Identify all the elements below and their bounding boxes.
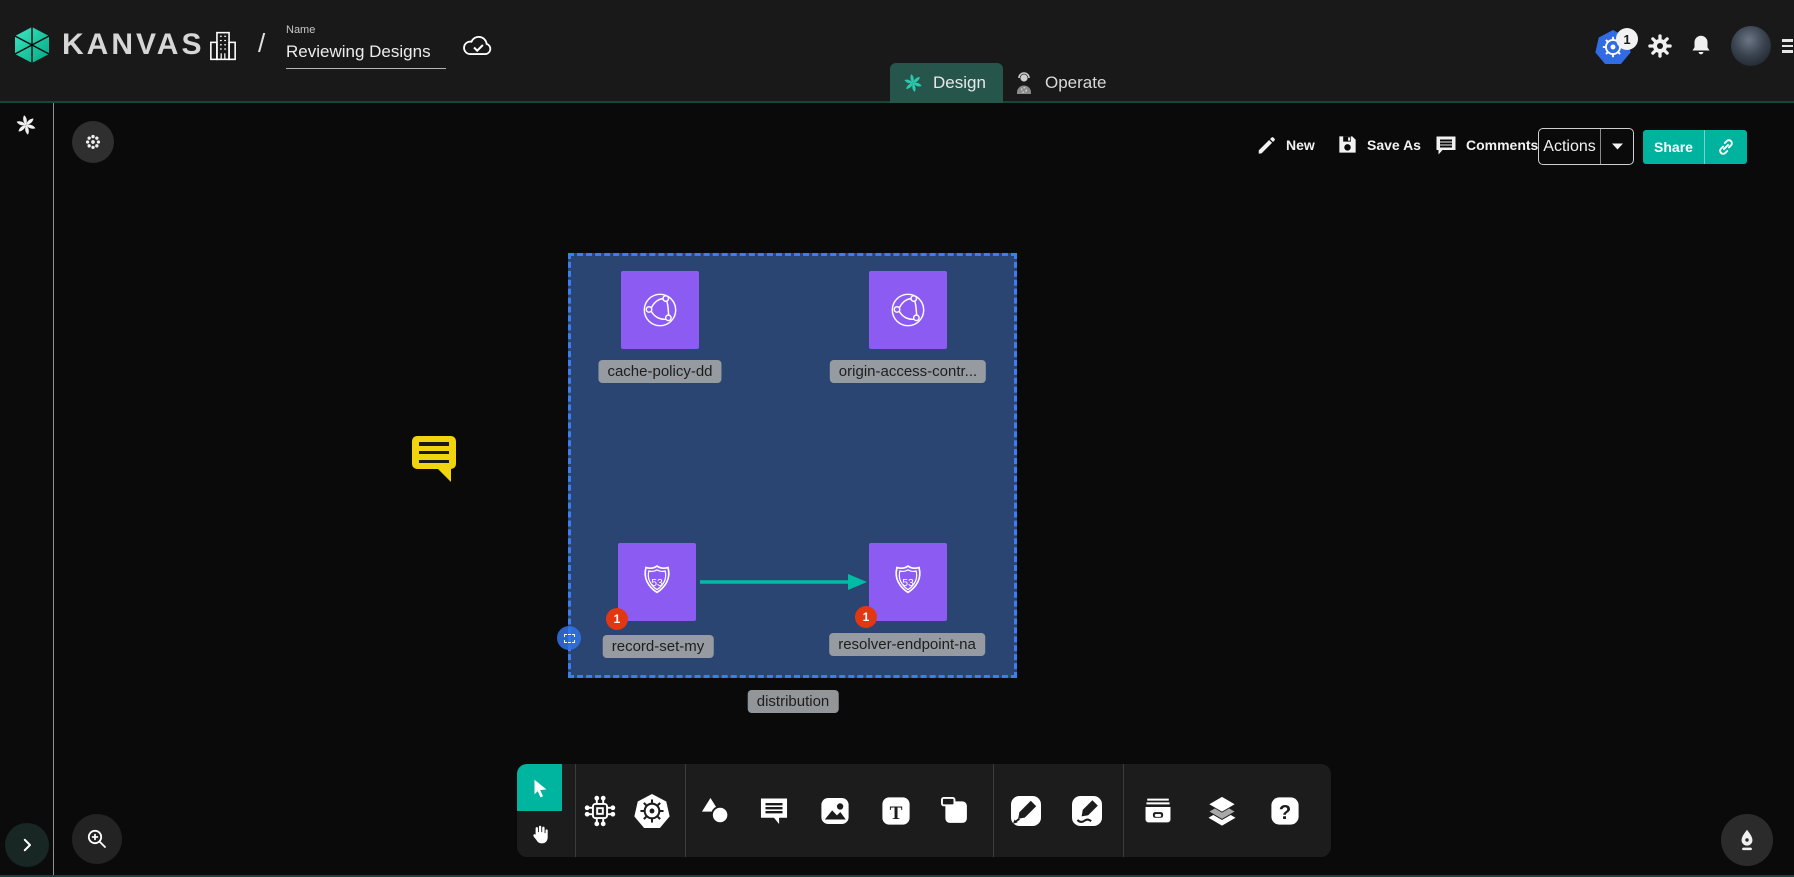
comment-icon [1434,133,1458,157]
pencil-scribble-icon [1069,793,1105,829]
share-button[interactable]: Share [1643,130,1747,164]
edge-record-set-to-resolver[interactable] [690,568,875,596]
breadcrumb-divider: / [258,28,265,59]
menu-icon[interactable] [1782,36,1793,56]
operate-tab-label: Operate [1045,73,1106,93]
freehand-draw-tool-button[interactable] [1069,793,1105,829]
copy-link-section[interactable] [1705,130,1747,164]
comment-bubble-icon [756,794,792,828]
pan-tool-button[interactable] [517,811,562,857]
pen-nib-icon [1734,827,1760,853]
chevron-right-icon [18,836,36,854]
group-label-distribution[interactable]: distribution [748,690,839,713]
new-button[interactable]: New [1256,134,1315,156]
edge-pen-tool-button[interactable] [1008,793,1044,829]
node-label-cache-policy[interactable]: cache-policy-dd [598,360,721,383]
svg-text:T: T [890,803,903,824]
text-tool-button[interactable]: T [879,794,913,828]
left-sidebar-rail [0,103,54,877]
help-tool-button[interactable]: ? [1268,794,1302,828]
shapes-icon [697,794,733,828]
pencil-icon [1256,134,1278,156]
design-tab-icon [902,72,924,94]
comments-button-label: Comments [1466,137,1538,153]
layers-icon [1203,793,1241,829]
k8s-context-count-badge: 1 [1616,28,1638,50]
comment-tool-button[interactable] [756,794,792,828]
comment-bubble-icon [412,436,456,469]
group-selection-handle[interactable] [557,626,581,650]
zoom-in-button[interactable] [72,814,122,864]
operate-tab-icon [1012,70,1036,96]
share-button-label: Share [1643,130,1705,164]
node-record-set-error-badge[interactable]: 1 [606,608,628,630]
route53-shield-icon: 53 [635,560,679,604]
actions-dropdown-label: Actions [1539,129,1601,164]
new-button-label: New [1286,137,1315,153]
dock-toggle-button[interactable] [72,121,114,163]
pen-path-icon [1008,793,1044,829]
zoom-in-icon [85,827,109,851]
meshery-spiral-icon[interactable] [14,113,38,137]
component-tool-button[interactable] [582,793,618,829]
image-tool-button[interactable] [817,794,853,828]
select-tool-button[interactable] [517,764,562,811]
canvas-toolbar: T [517,764,1331,857]
node-label-origin-access-control[interactable]: origin-access-contr... [830,360,986,383]
shapes-tool-button[interactable] [697,794,733,828]
layers-tool-button[interactable] [1203,793,1241,829]
node-resolver-endpoint-error-badge[interactable]: 1 [855,606,877,628]
settings-gear-icon[interactable] [1646,32,1674,60]
image-icon [817,794,853,828]
link-icon [1716,137,1736,157]
component-chip-icon [582,793,618,829]
cloud-sync-icon[interactable] [461,32,495,58]
note-tool-button[interactable] [937,794,973,828]
brand-name: KANVAS [62,28,204,62]
design-name-label: Name [286,24,446,36]
sticky-note-icon [937,794,973,828]
design-pen-button[interactable] [1721,814,1773,866]
actions-dropdown-button[interactable]: Actions [1538,128,1634,165]
kubernetes-tool-button[interactable] [633,792,671,830]
kanvas-logo-icon[interactable] [14,26,50,64]
design-name-input[interactable]: Reviewing Designs [286,42,446,69]
organization-icon[interactable] [206,28,240,64]
actions-caret-section[interactable] [1601,129,1633,164]
comments-button[interactable]: Comments [1434,133,1538,157]
svg-text:?: ? [1279,802,1291,824]
expand-sidebar-button[interactable] [5,823,49,867]
svg-text:53: 53 [651,578,663,589]
canvas-comment-marker[interactable] [412,436,456,484]
kubernetes-wheel-icon [633,792,671,830]
drawer-archive-icon [1139,794,1177,828]
hand-icon [529,822,551,846]
route53-shield-icon: 53 [886,560,930,604]
cursor-arrow-icon [529,777,551,799]
save-as-button[interactable]: Save As [1336,133,1421,156]
node-label-resolver-endpoint[interactable]: resolver-endpoint-na [829,633,985,656]
chevron-down-icon [1611,142,1624,151]
node-resolver-endpoint[interactable]: 53 [869,543,947,621]
app-header: KANVAS / Name Reviewing Designs [0,0,1794,103]
user-avatar[interactable] [1731,26,1771,66]
node-cache-policy[interactable] [621,271,699,349]
cloudfront-globe-icon [637,287,683,333]
node-label-record-set[interactable]: record-set-my [603,635,714,658]
design-tab-label: Design [933,73,986,93]
save-icon [1336,133,1359,156]
text-tool-icon: T [879,794,913,828]
tab-design[interactable]: Design [890,63,1003,103]
node-record-set[interactable]: 53 [618,543,696,621]
save-as-button-label: Save As [1367,137,1421,153]
question-mark-icon: ? [1268,794,1302,828]
node-origin-access-control[interactable] [869,271,947,349]
svg-text:53: 53 [902,578,914,589]
notifications-bell-icon[interactable] [1688,32,1714,60]
cloudfront-globe-icon [885,287,931,333]
flower-icon [83,132,103,152]
design-name-field: Name Reviewing Designs [286,24,446,69]
tab-operate[interactable]: Operate [1012,63,1106,103]
drawer-tool-button[interactable] [1139,794,1177,828]
